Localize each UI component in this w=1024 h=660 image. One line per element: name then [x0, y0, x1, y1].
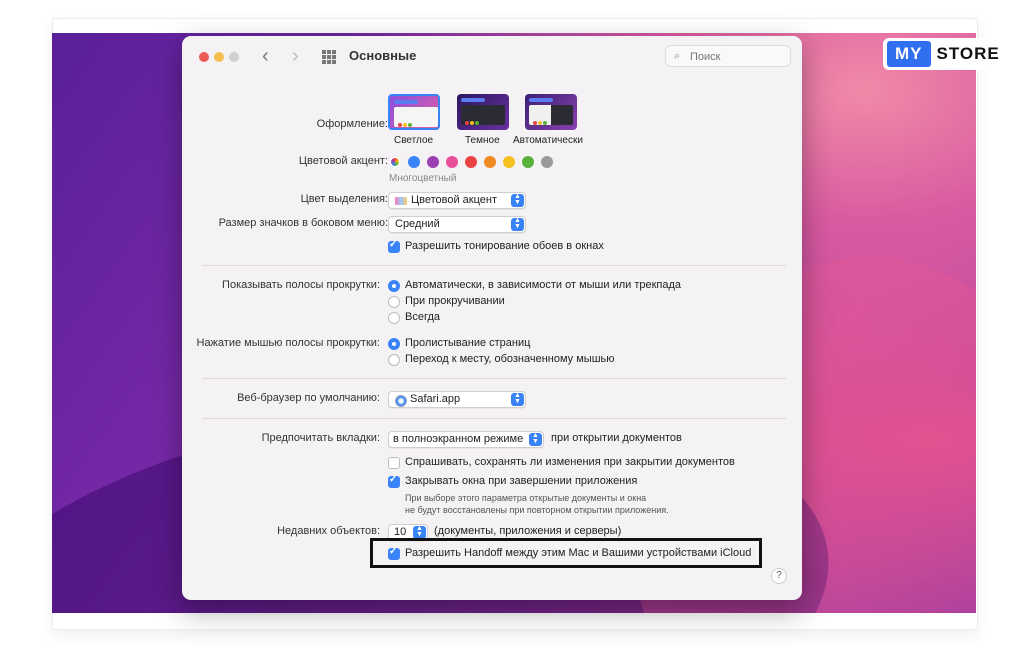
- minimize-button[interactable]: [214, 52, 224, 62]
- scrollbars-scrolling-radio[interactable]: [388, 296, 400, 308]
- close-windows-checkbox[interactable]: [388, 474, 400, 488]
- appearance-dark-thumb[interactable]: [457, 94, 509, 130]
- ask-save-label: Спрашивать, сохранять ли изменения при з…: [405, 456, 735, 468]
- appearance-dark-label: Темное: [465, 135, 500, 146]
- ask-save-checkbox[interactable]: [388, 457, 400, 469]
- popup-arrows-icon: ▲ ▼: [511, 392, 524, 406]
- scrollbar-click-label: Нажатие мышью полосы прокрутки:: [196, 337, 381, 349]
- close-windows-label: Закрывать окна при завершении приложения: [405, 475, 638, 487]
- popup-arrows-icon: ▲ ▼: [511, 193, 524, 207]
- appearance-label: Оформление:: [316, 118, 388, 130]
- zoom-button[interactable]: [229, 52, 239, 62]
- accent-caption: Многоцветный: [389, 173, 457, 184]
- default-browser-value: Safari.app: [410, 393, 461, 405]
- accent-green[interactable]: [522, 156, 534, 168]
- recent-items-value: 10: [394, 526, 407, 538]
- scrollbars-auto-radio[interactable]: [388, 280, 400, 292]
- accent-pink[interactable]: [446, 156, 458, 168]
- mystore-logo: MY STORE: [883, 38, 1018, 70]
- appearance-auto-thumb[interactable]: [525, 94, 577, 130]
- scroll-jump-radio[interactable]: [388, 354, 400, 366]
- wallpaper-tint-label: Разрешить тонирование обоев в окнах: [405, 240, 604, 252]
- scrollbars-scrolling-label: При прокручивании: [405, 295, 505, 307]
- sidebar-icon-size-popup[interactable]: Средний ▲ ▼: [388, 216, 526, 233]
- separator: [202, 265, 786, 266]
- prefer-tabs-value: в полноэкранном режиме: [393, 433, 524, 445]
- accent-orange[interactable]: [484, 156, 496, 168]
- recent-items-label: Недавних объектов:: [277, 525, 380, 537]
- logo-my: MY: [887, 41, 931, 67]
- default-browser-popup[interactable]: Safari.app ▲ ▼: [388, 391, 526, 408]
- appearance-auto-label: Автоматически: [513, 135, 583, 146]
- highlight-color-popup[interactable]: Цветовой акцент ▲ ▼: [388, 192, 526, 209]
- help-button[interactable]: ?: [771, 568, 787, 584]
- appearance-light-label: Светлое: [394, 135, 434, 146]
- search-input[interactable]: [688, 48, 787, 66]
- system-preferences-window: ‹ › Основные ⌕ Оформление: Светлое Темно…: [182, 36, 802, 600]
- scroll-page-radio[interactable]: [388, 338, 400, 350]
- wallpaper-tint-checkbox[interactable]: [388, 239, 400, 253]
- window-title: Основные: [349, 48, 417, 63]
- show-all-grid-icon[interactable]: [322, 50, 336, 64]
- prefer-tabs-popup[interactable]: в полноэкранном режиме ▲ ▼: [388, 431, 544, 448]
- logo-store: STORE: [936, 44, 1000, 63]
- highlight-color-value: Цветовой акцент: [411, 194, 498, 206]
- scroll-page-label: Пролистывание страниц: [405, 337, 531, 349]
- titlebar: ‹ › Основные ⌕: [182, 36, 802, 76]
- back-button[interactable]: ‹: [262, 46, 269, 66]
- safari-icon: [395, 395, 407, 407]
- close-windows-note-2: не будут восстановлены при повторном отк…: [405, 505, 669, 515]
- prefer-tabs-label: Предпочитать вкладки:: [261, 432, 380, 444]
- show-scrollbars-label: Показывать полосы прокрутки:: [222, 279, 380, 291]
- accent-label: Цветовой акцент:: [298, 155, 388, 167]
- close-button[interactable]: [199, 52, 209, 62]
- accent-red[interactable]: [465, 156, 477, 168]
- appearance-light-thumb[interactable]: [388, 94, 440, 130]
- prefer-tabs-suffix: при открытии документов: [551, 432, 682, 444]
- handoff-highlight-frame: [370, 538, 762, 568]
- scrollbars-always-label: Всегда: [405, 311, 441, 323]
- popup-arrows-icon: ▲ ▼: [529, 432, 542, 446]
- scrollbars-always-radio[interactable]: [388, 312, 400, 324]
- sidebar-icon-size-value: Средний: [395, 218, 440, 230]
- search-field[interactable]: ⌕: [665, 45, 791, 67]
- popup-arrows-icon: ▲ ▼: [511, 217, 524, 231]
- forward-button[interactable]: ›: [292, 46, 299, 66]
- scrollbars-auto-label: Автоматически, в зависимости от мыши или…: [405, 279, 682, 291]
- default-browser-label: Веб-браузер по умолчанию:: [237, 392, 380, 404]
- search-icon: ⌕: [674, 50, 681, 62]
- accent-yellow[interactable]: [503, 156, 515, 168]
- recent-items-suffix: (документы, приложения и серверы): [434, 525, 622, 537]
- accent-purple[interactable]: [427, 156, 439, 168]
- highlight-color-label: Цвет выделения:: [300, 193, 388, 205]
- accent-multicolor[interactable]: [389, 156, 401, 168]
- separator: [202, 418, 786, 419]
- close-windows-note-1: При выборе этого параметра открытые доку…: [405, 493, 647, 503]
- accent-graphite[interactable]: [541, 156, 553, 168]
- accent-blue[interactable]: [408, 156, 420, 168]
- separator: [202, 378, 786, 379]
- highlight-swatch-icon: [395, 197, 407, 205]
- scroll-jump-label: Переход к месту, обозначенному мышью: [405, 353, 615, 365]
- sidebar-icon-size-label: Размер значков в боковом меню:: [218, 217, 388, 229]
